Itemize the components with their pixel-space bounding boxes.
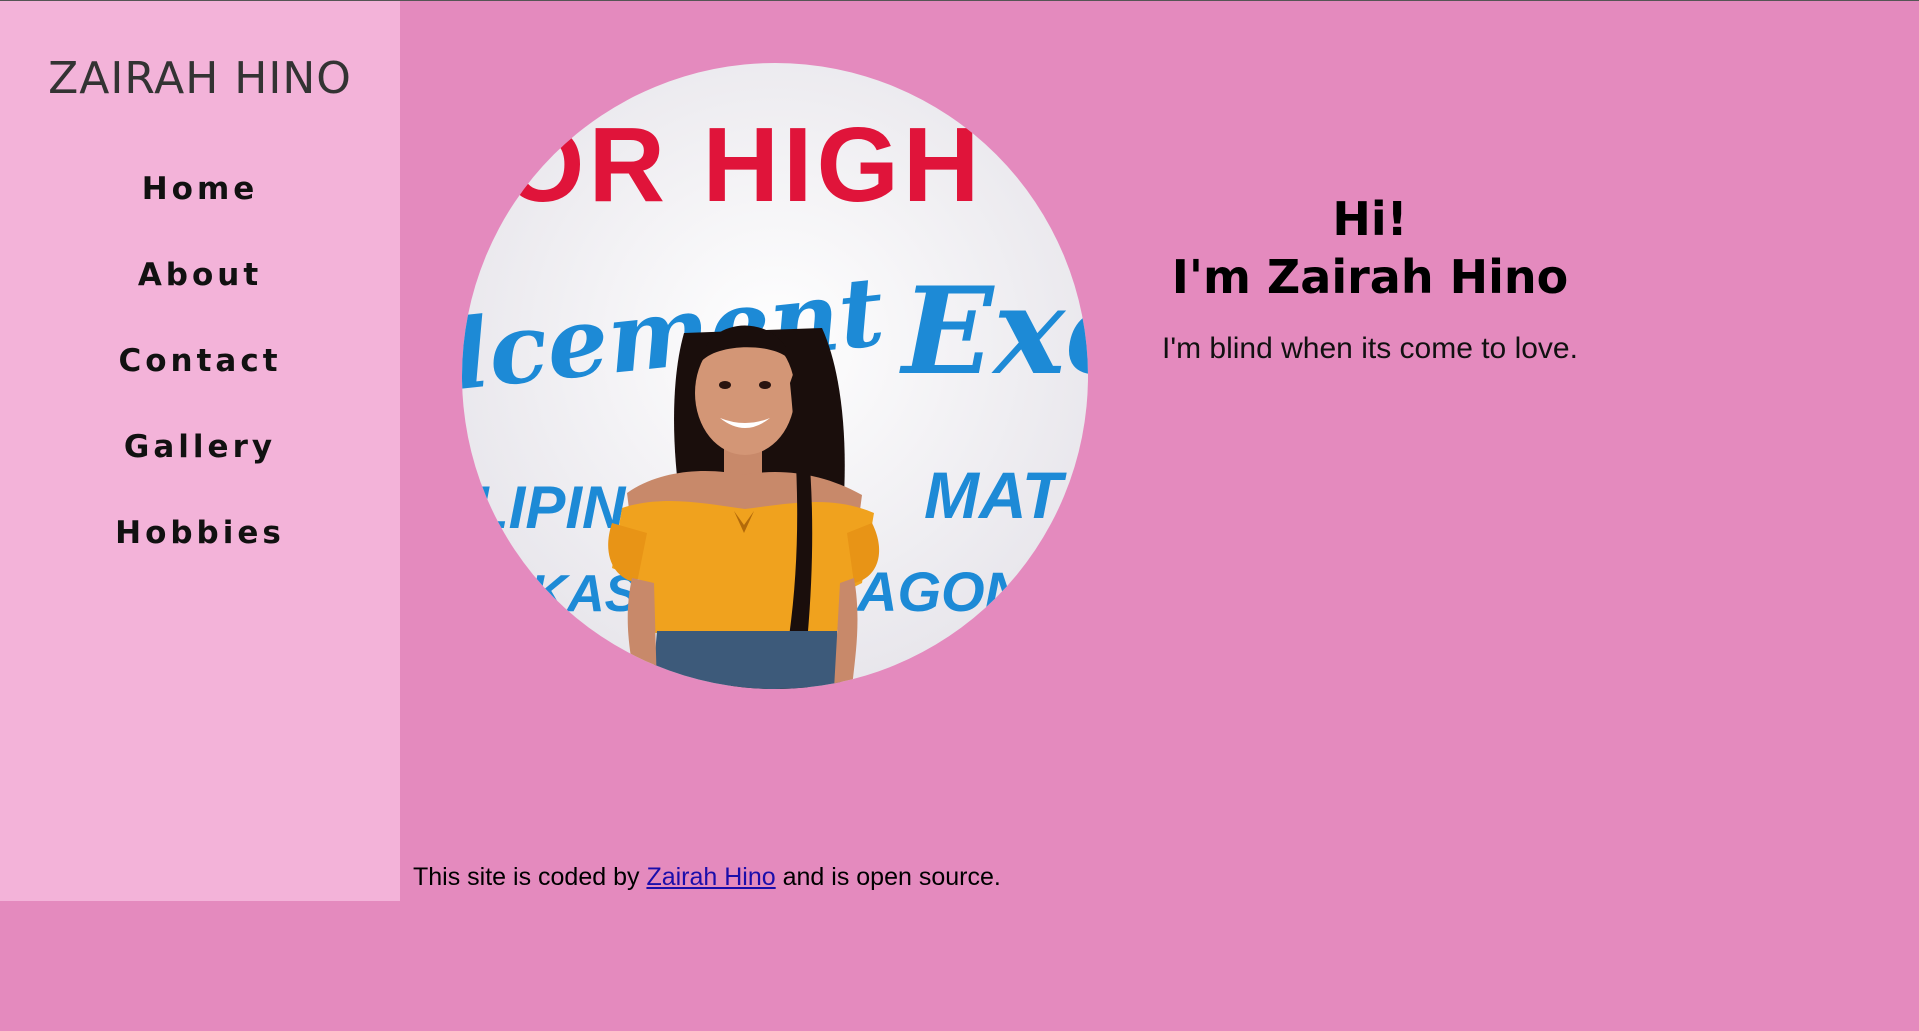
sign-text-bottom-right: AGONO bbox=[855, 560, 1069, 623]
nav-link-contact[interactable]: Contact bbox=[0, 338, 400, 424]
footer-text: This site is coded by Zairah Hino and is… bbox=[413, 863, 1001, 892]
sign-text-bottom-left: UKAS bbox=[492, 565, 640, 623]
greeting-heading: Hi! I'm Zairah Hino bbox=[1120, 190, 1620, 306]
nav-menu: Home About Contact Gallery Hobbies bbox=[0, 166, 400, 596]
greeting-line-2: I'm Zairah Hino bbox=[1171, 250, 1569, 304]
footer-prefix: This site is coded by bbox=[413, 863, 647, 891]
tagline: I'm blind when its come to love. bbox=[1162, 332, 1578, 365]
profile-photo: OR HIGH lcement Exe LIPINO MATA UKAS AGO… bbox=[462, 63, 1088, 689]
footer-suffix: and is open source. bbox=[775, 863, 1001, 891]
sign-text-middle-right: Exe bbox=[899, 261, 1088, 402]
footer-author-link[interactable]: Zairah Hino bbox=[646, 863, 775, 891]
greeting-line-1: Hi! bbox=[1332, 192, 1408, 246]
sidebar: ZAIRAH HINO Home About Contact Gallery H… bbox=[0, 1, 400, 901]
profile-photo-image: OR HIGH lcement Exe LIPINO MATA UKAS AGO… bbox=[462, 63, 1088, 689]
site-brand: ZAIRAH HINO bbox=[48, 53, 352, 104]
nav-link-home[interactable]: Home bbox=[0, 166, 400, 252]
sign-text-lower-right: MATA bbox=[924, 458, 1088, 532]
nav-link-gallery[interactable]: Gallery bbox=[0, 424, 400, 510]
sign-text-top: OR HIGH bbox=[502, 106, 983, 224]
nav-link-hobbies[interactable]: Hobbies bbox=[0, 510, 400, 596]
intro-section: Hi! I'm Zairah Hino I'm blind when its c… bbox=[1120, 190, 1620, 366]
nav-link-about[interactable]: About bbox=[0, 252, 400, 338]
